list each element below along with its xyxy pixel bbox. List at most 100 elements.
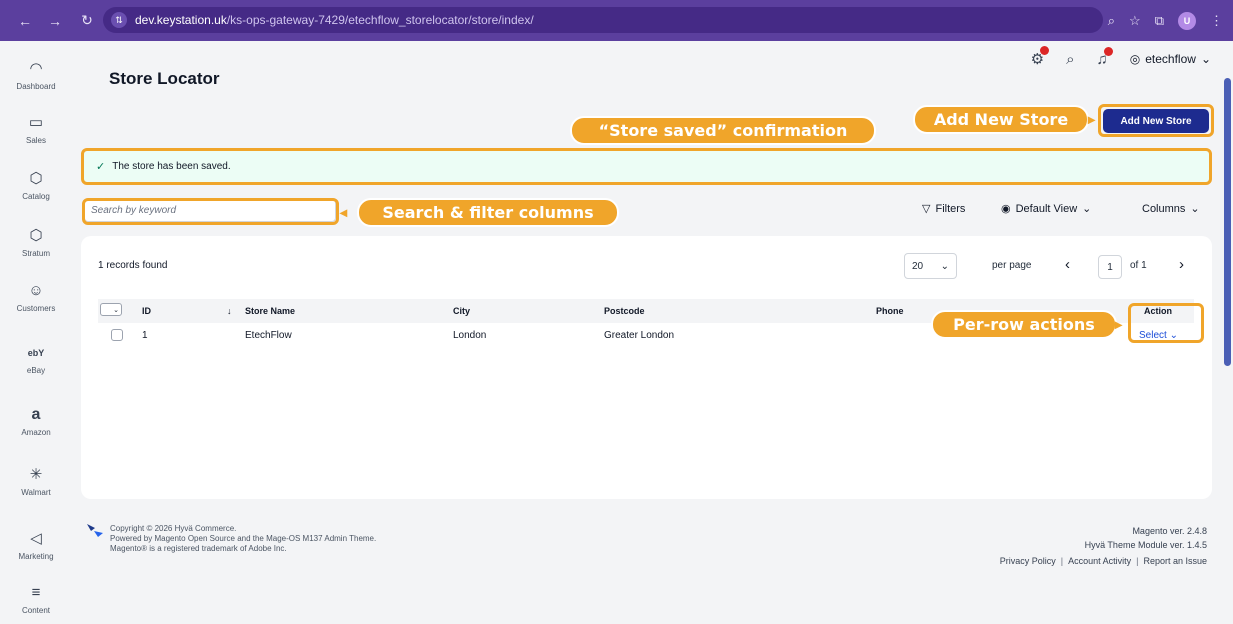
mass-select-checkbox[interactable]: ⌄ xyxy=(100,303,122,316)
back-icon[interactable]: ← xyxy=(14,13,36,29)
url-text[interactable]: dev.keystation.uk/ks-ops-gateway-7429/et… xyxy=(135,13,534,27)
page-size-select[interactable]: 20 ⌄ xyxy=(904,253,957,279)
page-number-input[interactable]: 1 xyxy=(1098,255,1122,279)
sales-icon: ▭ xyxy=(28,114,44,131)
user-name: etechflow xyxy=(1145,52,1196,66)
arrow-right-icon: ▸ xyxy=(1088,111,1096,127)
bookmark-star-icon[interactable]: ☆ xyxy=(1129,13,1141,29)
account-activity-link[interactable]: Account Activity xyxy=(1068,556,1131,566)
sidebar-item-walmart[interactable]: ✳ Walmart xyxy=(0,465,72,497)
cell-city: London xyxy=(453,330,487,341)
page-total: of 1 xyxy=(1130,260,1147,271)
zoom-icon[interactable]: ⌕ xyxy=(1108,13,1115,29)
url-domain: dev.keystation.uk xyxy=(135,13,227,27)
records-count: 1 records found xyxy=(98,260,168,271)
sidebar-item-marketing[interactable]: ◁ Marketing xyxy=(0,529,72,561)
column-header-id[interactable]: ID xyxy=(142,306,151,316)
filters-label: Filters xyxy=(935,202,966,215)
trademark-text: Magento® is a registered trademark of Ad… xyxy=(110,544,287,553)
prev-page-icon[interactable]: ‹ xyxy=(1065,256,1070,273)
per-page-label: per page xyxy=(992,260,1032,271)
eye-icon: ◉ xyxy=(1001,203,1011,215)
browser-toolbar: ← → ↻ ⇅ dev.keystation.uk/ks-ops-gateway… xyxy=(0,0,1233,41)
cell-store-name: EtechFlow xyxy=(245,330,292,341)
chevron-down-icon: ⌄ xyxy=(1200,52,1211,66)
privacy-policy-link[interactable]: Privacy Policy xyxy=(1000,556,1056,566)
address-bar[interactable]: ⇅ dev.keystation.uk/ks-ops-gateway-7429/… xyxy=(103,7,1103,33)
arrow-left-icon: ◂ xyxy=(340,204,348,220)
callout-store-saved: “Store saved” confirmation xyxy=(570,116,876,145)
sidebar-item-label: Marketing xyxy=(18,552,54,561)
sidebar-item-label: Customers xyxy=(16,304,56,313)
marketing-icon: ◁ xyxy=(30,530,42,547)
chevron-down-icon: ⌄ xyxy=(940,260,949,272)
next-page-icon[interactable]: › xyxy=(1179,256,1184,273)
footer-links: Privacy Policy | Account Activity | Repo… xyxy=(1000,556,1207,566)
report-issue-link[interactable]: Report an Issue xyxy=(1143,556,1207,566)
sidebar-item-customers[interactable]: ☺ Customers xyxy=(0,281,72,313)
search-icon[interactable]: ⌕ xyxy=(1066,51,1074,68)
callout-per-row-actions: Per-row actions xyxy=(931,310,1117,339)
admin-sidebar: ◠ Dashboard ▭ Sales ⬡ Catalog ⬡ Stratum … xyxy=(0,41,72,624)
filter-icon: ▽ xyxy=(922,203,931,215)
user-menu[interactable]: ◎ etechflow ⌄ xyxy=(1130,52,1211,66)
sidebar-item-ebay[interactable]: ebY eBay xyxy=(0,343,72,375)
default-view-dropdown[interactable]: ◉ Default View ⌄ xyxy=(1001,202,1091,216)
dashboard-icon: ◠ xyxy=(29,60,43,77)
arrow-right-icon: ▸ xyxy=(1115,316,1123,332)
bell-icon[interactable]: ♫ xyxy=(1097,46,1113,68)
footer-copyright: Copyright © 2026 Hyvä Commerce. Powered … xyxy=(110,524,376,554)
hyva-logo-icon xyxy=(87,524,103,537)
sidebar-item-label: Amazon xyxy=(21,428,51,437)
store-grid: 1 records found 20 ⌄ per page ‹ 1 of 1 ›… xyxy=(81,236,1212,499)
content-icon: ≡ xyxy=(31,584,41,601)
url-path: /ks-ops-gateway-7429/etechflow_storeloca… xyxy=(226,13,534,27)
profile-avatar[interactable]: U xyxy=(1178,11,1196,30)
magento-version: Magento ver. 2.4.8 xyxy=(1132,526,1207,536)
notification-badge xyxy=(1103,46,1113,56)
divider: | xyxy=(1136,556,1139,566)
sidebar-item-catalog[interactable]: ⬡ Catalog xyxy=(0,169,72,201)
system-messages-icon[interactable]: ⚙ xyxy=(1031,46,1050,68)
walmart-icon: ✳ xyxy=(29,466,43,483)
column-header-city[interactable]: City xyxy=(453,306,470,316)
columns-dropdown[interactable]: Columns ⌄ xyxy=(1142,202,1200,216)
cell-id: 1 xyxy=(142,330,148,341)
forward-icon[interactable]: → xyxy=(44,13,66,29)
page-size-value: 20 xyxy=(912,260,924,272)
site-info-icon[interactable]: ⇅ xyxy=(111,12,127,28)
column-header-store-name[interactable]: Store Name xyxy=(245,306,295,316)
sidebar-item-stratum[interactable]: ⬡ Stratum xyxy=(0,226,72,258)
highlight-search xyxy=(82,198,339,225)
callout-add-new-store: Add New Store xyxy=(913,105,1089,134)
sidebar-item-dashboard[interactable]: ◠ Dashboard xyxy=(0,59,72,91)
sidebar-item-label: Walmart xyxy=(21,488,51,497)
chevron-down-icon: ⌄ xyxy=(1190,203,1200,215)
footer-versions: Magento ver. 2.4.8 Hyvä Theme Module ver… xyxy=(1085,524,1207,552)
sidebar-item-label: Catalog xyxy=(22,192,50,201)
sidebar-item-label: Stratum xyxy=(21,249,50,258)
filters-button[interactable]: ▽ Filters xyxy=(922,202,966,216)
page-title: Store Locator xyxy=(109,69,220,88)
highlight-actions xyxy=(1128,303,1204,343)
sidebar-item-sales[interactable]: ▭ Sales xyxy=(0,113,72,145)
extensions-icon[interactable]: ⧉ xyxy=(1155,13,1164,29)
sidebar-item-label: Content xyxy=(21,606,51,615)
highlight-success-message xyxy=(81,148,1212,185)
reload-icon[interactable]: ↻ xyxy=(76,12,98,29)
row-checkbox[interactable] xyxy=(111,329,123,341)
browser-menu-icon[interactable]: ⋮ xyxy=(1210,13,1223,29)
sidebar-item-content[interactable]: ≡ Content xyxy=(0,583,72,615)
sidebar-item-amazon[interactable]: a Amazon xyxy=(0,405,72,437)
header-actions: ⚙ ⌕ ♫ ◎ etechflow ⌄ xyxy=(1031,46,1211,68)
divider: | xyxy=(1060,556,1064,566)
sidebar-item-label: Sales xyxy=(25,136,46,145)
copyright-text: Copyright © 2026 Hyvä Commerce. xyxy=(110,524,237,533)
columns-label: Columns xyxy=(1142,202,1186,215)
column-header-phone[interactable]: Phone xyxy=(876,306,904,316)
column-header-postcode[interactable]: Postcode xyxy=(604,306,645,316)
sort-arrow-icon[interactable]: ↓ xyxy=(227,306,232,316)
page-scrollbar[interactable] xyxy=(1224,78,1231,366)
view-label: Default View xyxy=(1015,202,1078,215)
stratum-icon: ⬡ xyxy=(29,227,43,244)
